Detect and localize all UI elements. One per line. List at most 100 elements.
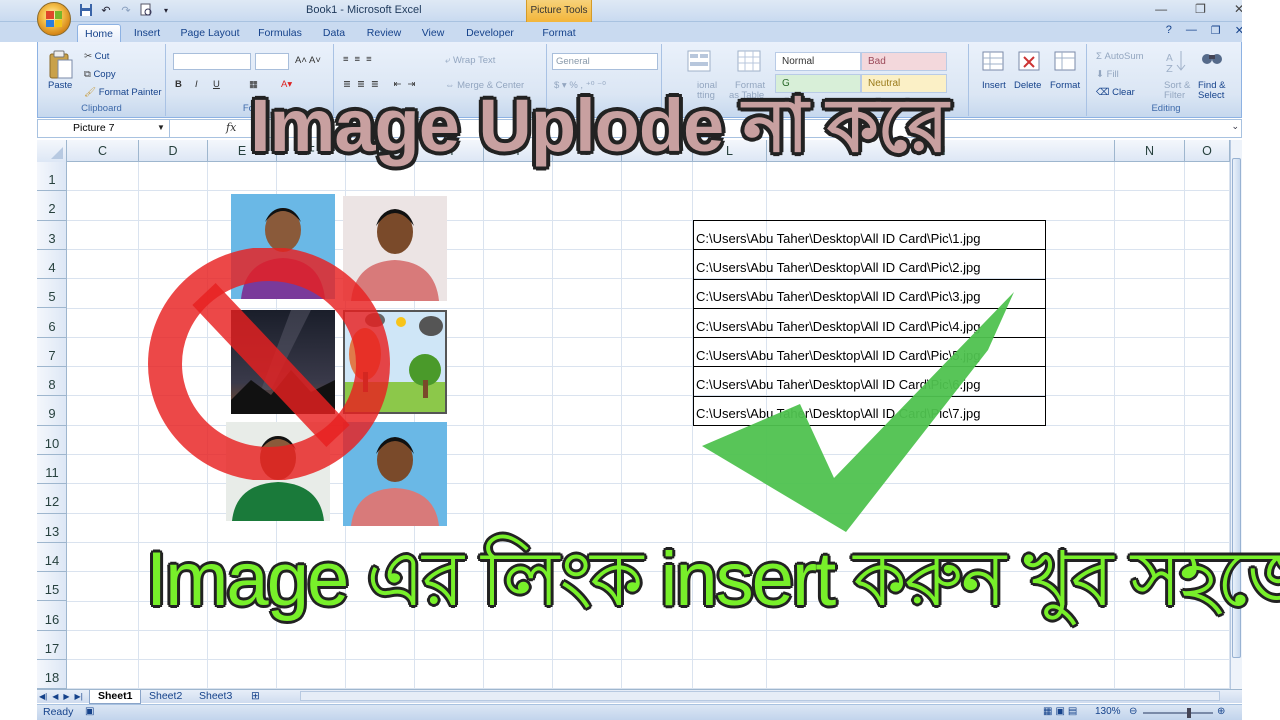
fx-icon[interactable]: fx <box>226 121 236 134</box>
font-name-select[interactable] <box>173 53 251 70</box>
view-buttons[interactable]: ▦▣▤ <box>1043 706 1080 717</box>
first-sheet-icon[interactable]: ◀| <box>39 690 47 703</box>
column-header-o[interactable]: O <box>1185 140 1230 162</box>
column-header-n[interactable]: N <box>1115 140 1185 162</box>
row-header-5[interactable]: 5 <box>37 279 67 309</box>
picture-tools-context: Picture Tools <box>526 0 592 22</box>
insert-cells-label[interactable]: Insert <box>982 80 1006 91</box>
chevron-down-icon[interactable]: ▼ <box>157 123 165 132</box>
image-link-cell[interactable]: C:\Users\Abu Taher\Desktop\All ID Card\P… <box>693 249 1046 280</box>
save-icon[interactable] <box>78 3 94 19</box>
font-size-select[interactable] <box>255 53 289 70</box>
sheet-tab-3[interactable]: Sheet3 <box>191 690 240 704</box>
select-all-corner[interactable] <box>37 140 67 162</box>
tab-home[interactable]: Home <box>77 24 121 42</box>
style-normal[interactable]: Normal <box>775 52 861 71</box>
tab-data[interactable]: Data <box>318 24 350 42</box>
sheet-nav-arrows[interactable]: ◀| ◀ ▶ ▶| <box>39 690 83 703</box>
row-header-7[interactable]: 7 <box>37 338 67 368</box>
image-link-cell[interactable]: C:\Users\Abu Taher\Desktop\All ID Card\P… <box>693 219 1046 251</box>
zoom-in-icon[interactable]: ⊕ <box>1217 706 1225 717</box>
last-sheet-icon[interactable]: ▶| <box>75 690 83 703</box>
row-header-1[interactable]: 1 <box>37 162 67 192</box>
title-bar: ↶ ↷ ▾ Book1 - Microsoft Excel Picture To… <box>0 0 1280 22</box>
zoom-level[interactable]: 130% <box>1095 706 1121 717</box>
fill-button[interactable]: ⬇ Fill <box>1096 69 1119 80</box>
zoom-slider-thumb[interactable] <box>1187 708 1191 718</box>
row-header-14[interactable]: 14 <box>37 543 67 573</box>
print-preview-icon[interactable] <box>138 3 154 19</box>
tab-developer[interactable]: Developer <box>461 24 519 42</box>
format-painter-button[interactable]: 🖌 Format Painter <box>84 87 162 98</box>
tab-insert[interactable]: Insert <box>128 24 166 42</box>
macro-record-icon[interactable]: ▣ <box>85 706 94 717</box>
help-icon[interactable]: ? <box>1166 24 1172 37</box>
row-header-3[interactable]: 3 <box>37 221 67 250</box>
column-header-d[interactable]: D <box>139 140 208 162</box>
row-header-18[interactable]: 18 <box>37 660 67 690</box>
row-header-2[interactable]: 2 <box>37 191 67 221</box>
cells-group: Insert Delete Format <box>972 44 1087 116</box>
italic-icon[interactable]: I <box>195 79 198 90</box>
expand-formula-icon[interactable]: ⌄ <box>1231 121 1239 132</box>
row-header-10[interactable]: 10 <box>37 426 67 455</box>
next-sheet-icon[interactable]: ▶ <box>63 690 69 703</box>
quick-access-toolbar: ↶ ↷ ▾ <box>78 3 174 19</box>
tab-formulas[interactable]: Formulas <box>254 24 306 42</box>
tab-format[interactable]: Format <box>534 24 584 42</box>
copy-label: Copy <box>93 69 116 80</box>
delete-cells-label[interactable]: Delete <box>1014 80 1041 91</box>
tab-view[interactable]: View <box>417 24 449 42</box>
undo-icon[interactable]: ↶ <box>98 3 114 19</box>
horizontal-scrollbar[interactable] <box>300 691 1220 701</box>
sheet-tab-2[interactable]: Sheet2 <box>141 690 190 704</box>
row-header-12[interactable]: 12 <box>37 484 67 514</box>
bold-icon[interactable]: B <box>175 79 182 90</box>
zoom-out-icon[interactable]: ⊖ <box>1129 706 1137 717</box>
underline-icon[interactable]: U <box>213 79 220 90</box>
zoom-slider[interactable] <box>1143 712 1213 714</box>
ribbon-tabs: Home Insert Page Layout Formulas Data Re… <box>0 22 1280 42</box>
column-header-c[interactable]: C <box>67 140 139 162</box>
copy-button[interactable]: ⧉ Copy <box>84 69 116 80</box>
name-box[interactable]: Picture 7 <box>38 120 170 137</box>
cut-button[interactable]: ✂ Cut <box>84 51 109 62</box>
row-header-17[interactable]: 17 <box>37 631 67 661</box>
subline-text: Image এর লিংক insert করুন খুব সহজেই <box>146 537 1280 622</box>
redo-icon[interactable]: ↷ <box>118 3 134 19</box>
align-top-icons[interactable]: ≡≡≡ <box>343 54 378 65</box>
number-format-select[interactable]: General <box>552 53 658 70</box>
row-header-9[interactable]: 9 <box>37 396 67 426</box>
clear-button[interactable]: ⌫ Clear <box>1096 87 1135 98</box>
insert-cells-icon[interactable] <box>982 49 1006 76</box>
minimize-ribbon-icon[interactable]: — <box>1186 24 1197 37</box>
tab-page-layout[interactable]: Page Layout <box>178 24 242 42</box>
delete-cells-icon[interactable] <box>1018 49 1042 76</box>
row-header-6[interactable]: 6 <box>37 309 67 338</box>
grow-font-icon[interactable]: A˄ A˅ <box>295 55 321 66</box>
row-header-16[interactable]: 16 <box>37 602 67 631</box>
row-header-8[interactable]: 8 <box>37 367 67 397</box>
format-cells-label[interactable]: Format <box>1050 80 1080 91</box>
tab-review[interactable]: Review <box>362 24 406 42</box>
row-header-11[interactable]: 11 <box>37 455 67 485</box>
restore-icon[interactable]: ❐ <box>1195 2 1206 16</box>
prev-sheet-icon[interactable]: ◀ <box>52 690 58 703</box>
paste-label[interactable]: Paste <box>48 80 72 91</box>
paste-icon[interactable] <box>48 50 74 83</box>
minimize-icon[interactable]: — <box>1155 2 1167 16</box>
sort-filter-icon[interactable]: AZ <box>1166 49 1188 76</box>
row-header-15[interactable]: 15 <box>37 572 67 602</box>
style-bad[interactable]: Bad <box>861 52 947 71</box>
customize-qat-icon[interactable]: ▾ <box>158 3 174 19</box>
office-button[interactable] <box>37 2 71 36</box>
insert-sheet-icon[interactable]: ⊞ <box>243 690 268 704</box>
row-header-13[interactable]: 13 <box>37 514 67 543</box>
row-header-4[interactable]: 4 <box>37 250 67 280</box>
wrap-text-button[interactable]: ⤶ Wrap Text <box>445 55 495 66</box>
sheet-tab-1[interactable]: Sheet1 <box>89 690 142 704</box>
format-cells-icon[interactable] <box>1054 49 1078 76</box>
find-select-icon[interactable] <box>1200 49 1224 76</box>
autosum-button[interactable]: Σ AutoSum <box>1096 51 1144 62</box>
restore-workbook-icon[interactable]: ❐ <box>1211 24 1221 37</box>
